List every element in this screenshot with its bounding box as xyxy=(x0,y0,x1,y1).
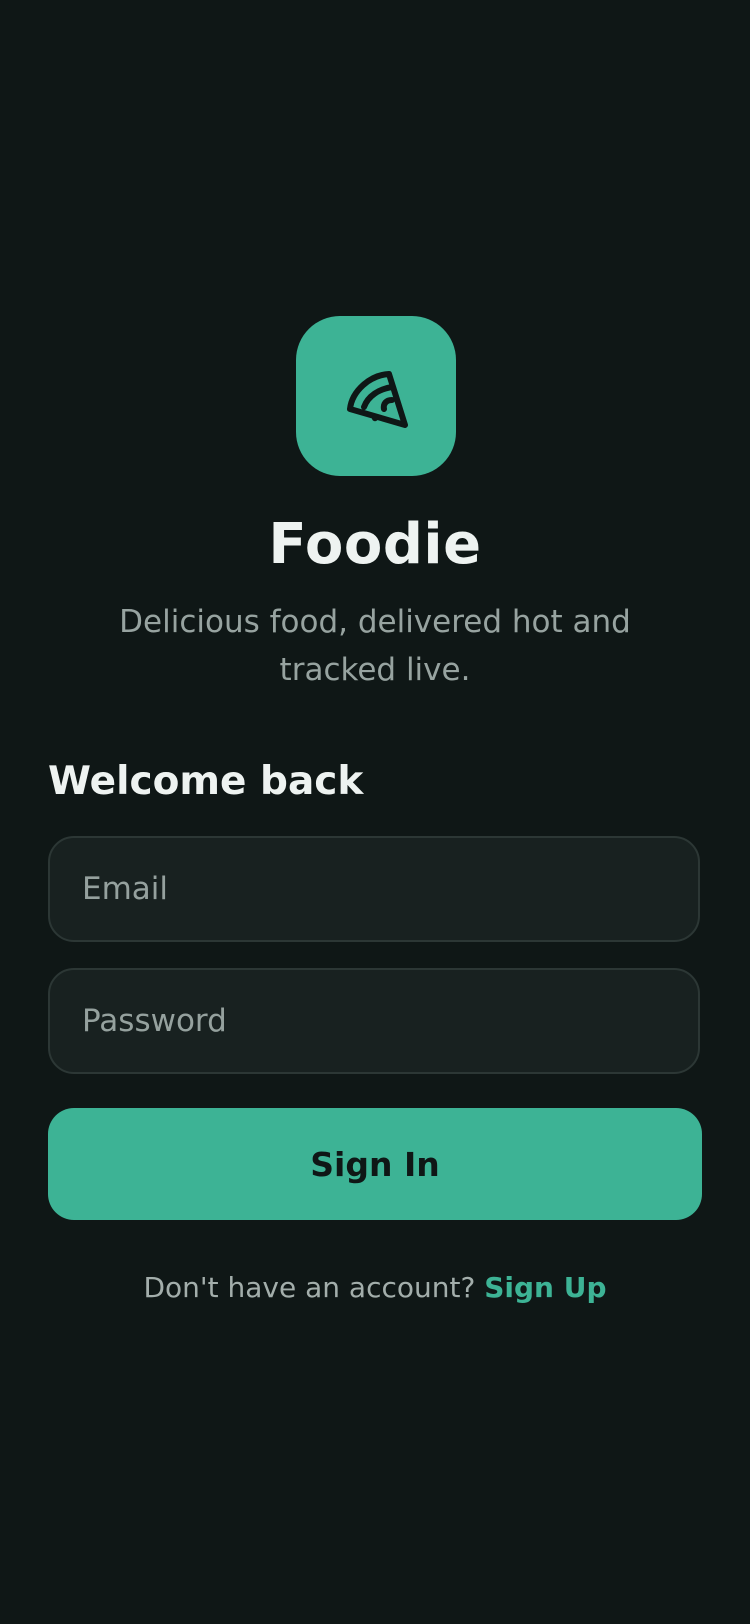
sign-up-prompt-line: Don't have an account? Sign Up xyxy=(0,1268,750,1308)
password-field[interactable] xyxy=(48,968,700,1074)
pizza-slice-icon xyxy=(347,371,408,428)
login-screen: Foodie Delicious food, delivered hot and… xyxy=(0,0,750,1624)
form-heading: Welcome back xyxy=(48,759,364,804)
app-tagline: Delicious food, delivered hot and tracke… xyxy=(119,604,631,688)
app-logo xyxy=(296,316,456,476)
sign-up-prompt: Don't have an account? xyxy=(143,1271,485,1304)
email-field[interactable] xyxy=(48,836,700,942)
sign-in-button[interactable]: Sign In xyxy=(48,1108,702,1220)
app-title: Foodie xyxy=(268,512,482,577)
sign-up-link[interactable]: Sign Up xyxy=(484,1271,606,1304)
